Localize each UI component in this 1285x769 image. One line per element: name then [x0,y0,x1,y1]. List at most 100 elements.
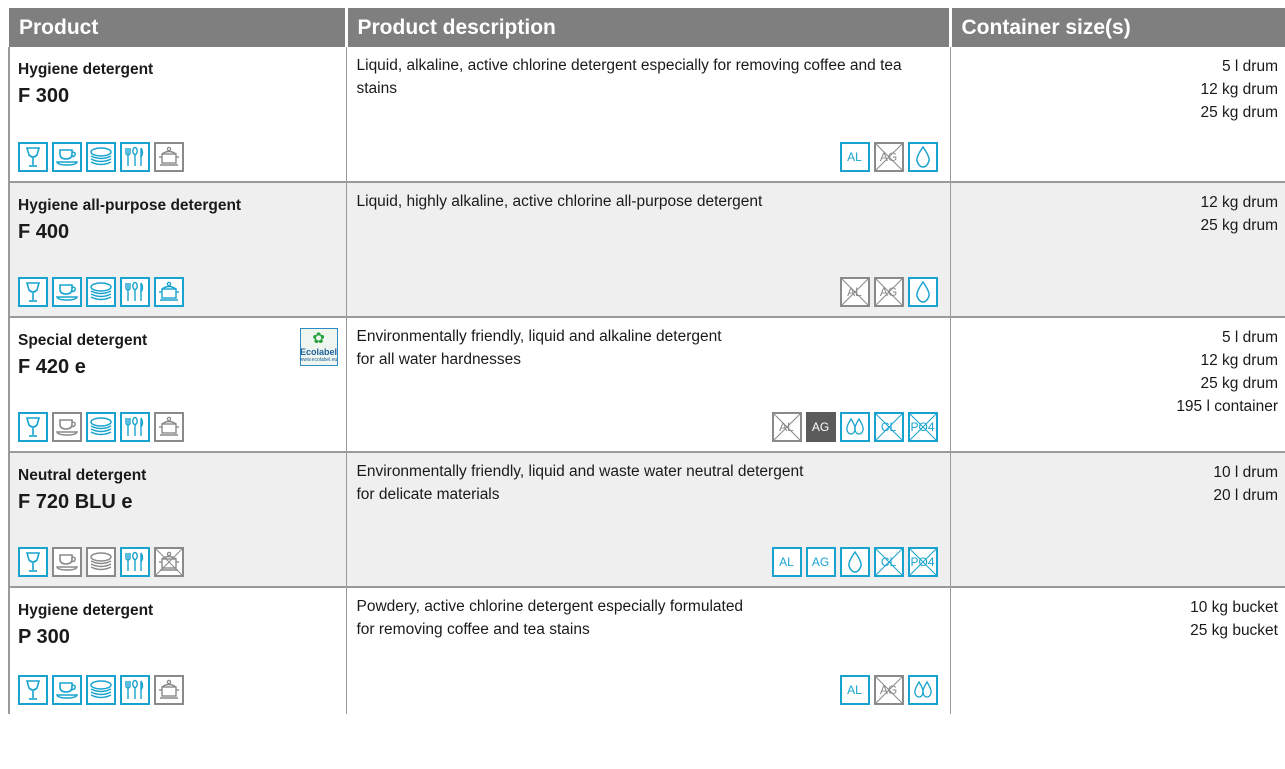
sizes-cell: 12 kg drum 25 kg drum [950,182,1285,318]
container-sizes: 10 l drum 20 l drum [1213,461,1278,507]
size-item: 10 kg bucket [1190,599,1278,616]
po4-crossed-icon: PO4 [907,412,938,442]
size-item: 12 kg drum [1200,352,1278,369]
glass-icon [18,277,48,307]
alkaline-icon: AL [771,547,802,577]
property-icons: AL AG [839,675,938,705]
product-cell: Hygiene detergent F 300 [8,47,347,183]
description-cell: Powdery, active chlorine detergent espec… [346,587,951,714]
pot-icon [154,142,184,172]
product-description: Liquid, alkaline, active chlorine deterg… [356,57,902,97]
plates-icon [86,675,116,705]
property-icons: AL AG [839,277,938,307]
sizes-cell: 5 l drum 12 kg drum 25 kg drum 195 l con… [950,317,1285,453]
al-crossed-icon: AL [771,412,802,442]
cl-crossed-icon: CL [873,547,904,577]
plates-icon [86,142,116,172]
size-item: 25 kg drum [1200,104,1278,121]
plates-icon [86,412,116,442]
product-name: Neutral detergent [18,467,147,484]
product-code: F 300 [18,85,70,107]
pot-icon [154,277,184,307]
header-product: Product [9,8,348,47]
product-cell: Special detergent F 420 e ✿ Ecolabel www… [8,317,347,453]
dish-icons [18,547,184,577]
description-line: Powdery, active chlorine detergent espec… [356,598,744,615]
product-code: F 420 e [18,356,86,378]
size-item: 12 kg drum [1200,194,1278,211]
description-line: for all water hardnesses [356,351,522,368]
description-line: Environmentally friendly, liquid and was… [356,463,804,480]
drop-icon [907,142,938,172]
product-description: Environmentally friendly, liquid and was… [357,460,937,506]
description-line: for delicate materials [356,486,500,503]
glass-icon [18,547,48,577]
size-item: 25 kg drum [1200,217,1278,234]
product-description: Environmentally friendly, liquid and alk… [357,325,937,371]
ag-crossed-icon: AG [873,277,904,307]
dish-icons [18,412,184,442]
sizes-cell: 5 l drum 12 kg drum 25 kg drum [950,47,1285,183]
plates-icon [86,547,116,577]
ecolabel-logo: ✿ Ecolabel www.ecolabel.eu [299,328,338,366]
size-item: 20 l drum [1213,487,1278,504]
description-cell: Environmentally friendly, liquid and alk… [346,317,951,453]
size-item: 195 l container [1176,398,1278,415]
container-sizes: 5 l drum 12 kg drum 25 kg drum 195 l con… [1176,326,1278,418]
glass-icon [18,412,48,442]
alkaline-icon: AL [839,142,870,172]
table-row: Hygiene detergent F 300 Liquid, alkaline… [8,47,1285,183]
ecolabel-text: Ecolabel [300,347,338,357]
cutlery-icon [120,142,150,172]
property-icons: AL AG CL PO4 [771,547,938,577]
product-name: Special detergent [18,332,148,349]
property-icons: AL AG CL PO4 [771,412,938,442]
size-item: 10 l drum [1213,464,1278,481]
table-row: Hygiene detergent P 300 Powdery, active … [8,587,1285,714]
product-cell: Hygiene all-purpose detergent F 400 [8,182,347,318]
product-description: Powdery, active chlorine detergent espec… [357,595,937,641]
description-cell: Liquid, alkaline, active chlorine deterg… [346,47,951,183]
dish-icons [18,675,184,705]
size-item: 5 l drum [1222,58,1278,75]
property-icons: AL AG [839,142,938,172]
sizes-cell: 10 l drum 20 l drum [950,452,1285,588]
ag-crossed-icon: AG [873,142,904,172]
pot-icon [154,412,184,442]
product-description: Liquid, highly alkaline, active chlorine… [356,193,763,210]
dish-icons [18,142,184,172]
product-code: F 720 BLU e [18,491,133,513]
glass-icon [18,142,48,172]
header-sizes: Container size(s) [950,8,1285,47]
ag-crossed-icon: AG [873,675,904,705]
drop-icon [839,547,870,577]
glass-icon [18,675,48,705]
header-row: Product Product description Container si… [9,8,1285,47]
pot-icon [154,675,184,705]
cutlery-icon [120,277,150,307]
dish-icons [18,277,184,307]
cup-icon [52,412,82,442]
size-item: 25 kg drum [1200,375,1278,392]
size-item: 25 kg bucket [1190,622,1278,639]
product-cell: Neutral detergent F 720 BLU e [8,452,347,588]
table-row: Hygiene all-purpose detergent F 400 Liqu… [8,182,1285,318]
drops-icon [907,675,938,705]
ag-icon: AG [805,412,836,442]
cutlery-icon [120,412,150,442]
table-row: Neutral detergent F 720 BLU e Environmen… [8,452,1285,588]
ecolabel-url: www.ecolabel.eu [299,357,338,363]
cl-crossed-icon: CL [873,412,904,442]
product-name: Hygiene detergent [18,602,154,619]
description-line: for removing coffee and tea stains [356,621,590,638]
size-item: 12 kg drum [1200,81,1278,98]
container-sizes: 12 kg drum 25 kg drum [1200,191,1278,237]
cutlery-icon [120,547,150,577]
pot-crossed-icon [154,547,184,577]
product-name: Hygiene all-purpose detergent [18,197,242,214]
cup-icon [52,277,82,307]
description-cell: Liquid, highly alkaline, active chlorine… [346,182,951,318]
container-sizes: 10 kg bucket 25 kg bucket [1190,596,1278,642]
alkaline-icon: AL [839,675,870,705]
ag-icon: AG [805,547,836,577]
